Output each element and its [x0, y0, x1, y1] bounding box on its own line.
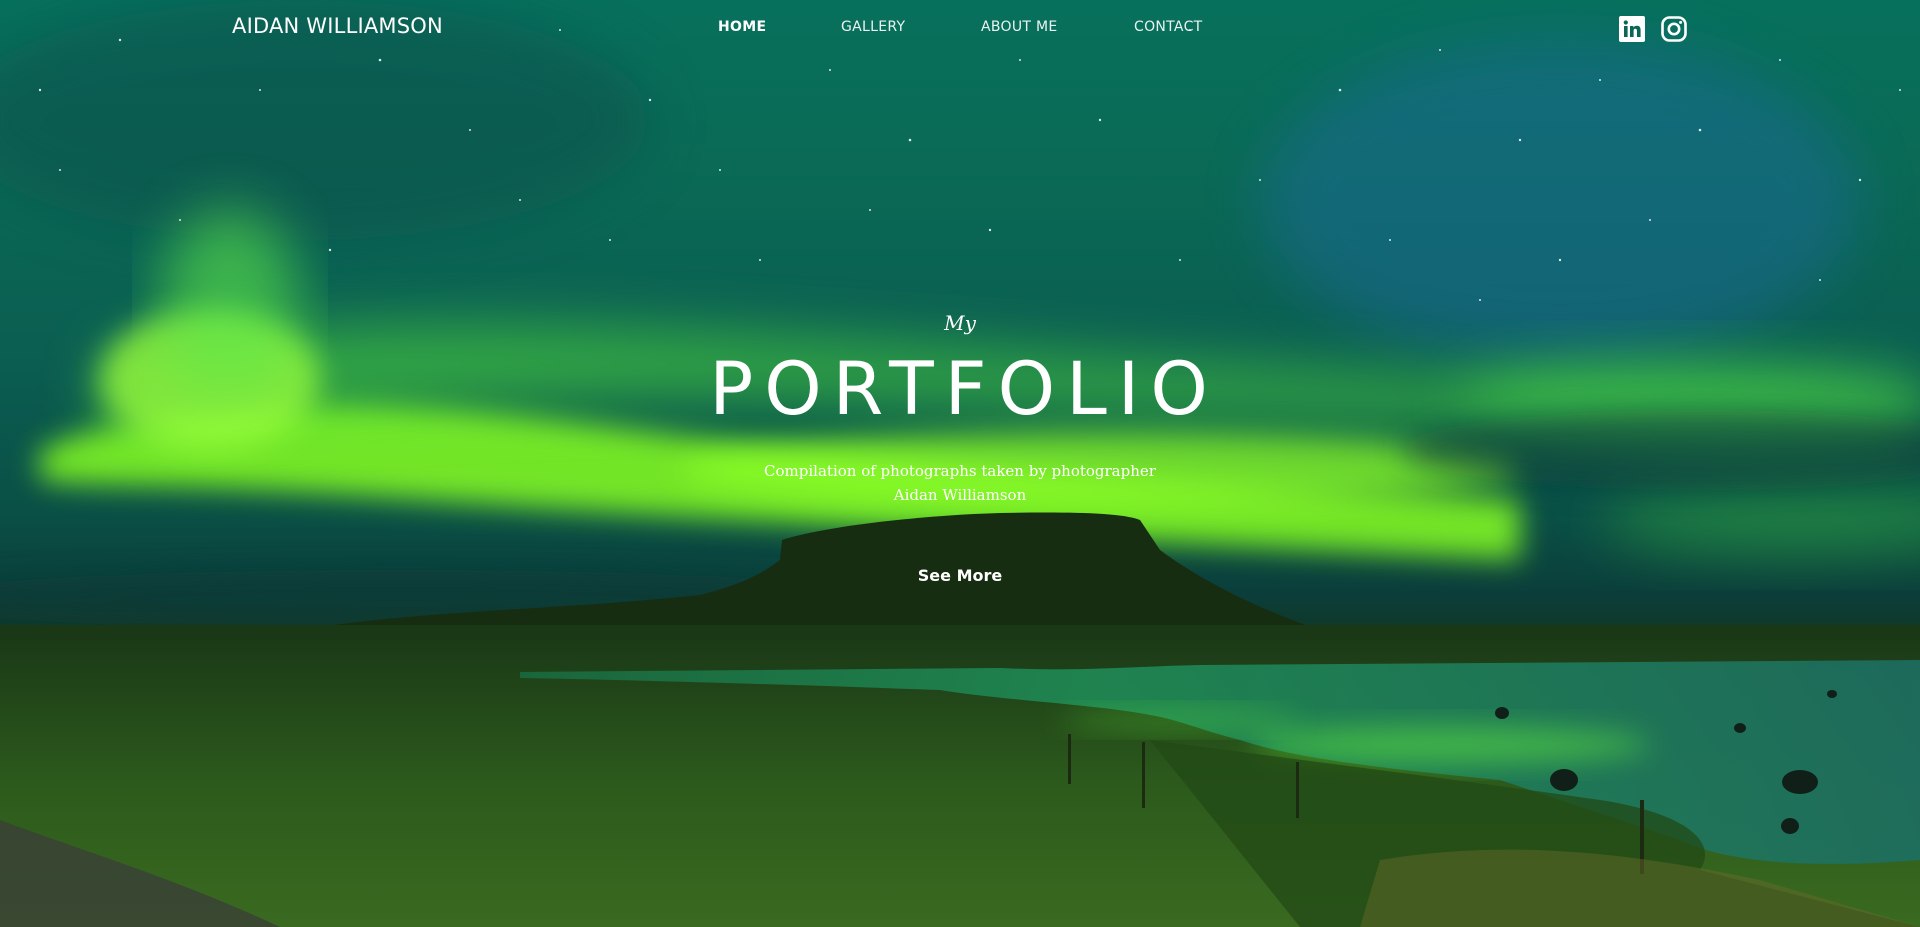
- nav-item-contact[interactable]: CONTACT: [1134, 19, 1203, 35]
- linkedin-icon: [1619, 16, 1645, 42]
- nav-item-home[interactable]: HOME: [718, 19, 766, 35]
- hero-kicker: My: [944, 311, 976, 335]
- instagram-link[interactable]: [1661, 16, 1687, 42]
- nav-item-gallery[interactable]: GALLERY: [841, 19, 905, 35]
- nav-item-about-me[interactable]: ABOUT ME: [981, 19, 1058, 35]
- see-more-button[interactable]: See More: [880, 566, 1040, 585]
- page-title: PORTFOLIO: [709, 347, 1219, 432]
- instagram-icon: [1661, 16, 1687, 42]
- hero-subtitle: Compilation of photographs taken by phot…: [0, 459, 1920, 507]
- linkedin-link[interactable]: [1619, 16, 1645, 42]
- hero-subtitle-line-2: Aidan Williamson: [893, 486, 1027, 504]
- hero-subtitle-line-1: Compilation of photographs taken by phot…: [764, 462, 1156, 480]
